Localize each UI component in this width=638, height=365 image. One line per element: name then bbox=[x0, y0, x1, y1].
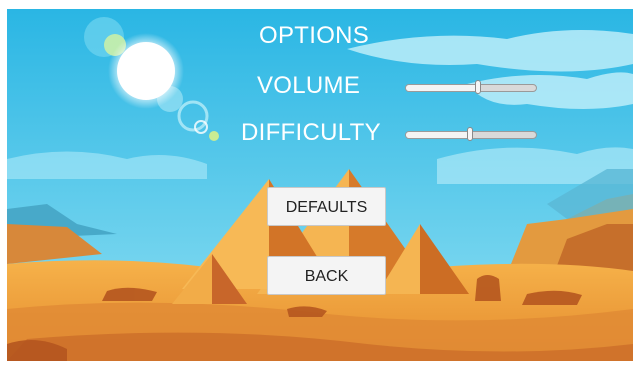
difficulty-label: DIFFICULTY bbox=[241, 119, 381, 146]
volume-slider[interactable] bbox=[405, 80, 537, 94]
difficulty-slider[interactable] bbox=[405, 127, 537, 141]
back-button[interactable]: BACK bbox=[267, 256, 386, 295]
options-title: OPTIONS bbox=[259, 22, 370, 49]
sun-icon bbox=[108, 33, 184, 109]
volume-slider-handle[interactable] bbox=[474, 80, 481, 94]
volume-label: VOLUME bbox=[257, 72, 361, 99]
difficulty-slider-handle[interactable] bbox=[466, 127, 473, 141]
game-screen: OPTIONS VOLUME DIFFICULTY DEFAULTS BACK bbox=[7, 9, 633, 361]
volume-slider-fill bbox=[406, 85, 478, 91]
desert-pyramids-background bbox=[7, 9, 633, 361]
difficulty-slider-fill bbox=[406, 132, 470, 138]
defaults-button[interactable]: DEFAULTS bbox=[267, 187, 386, 226]
